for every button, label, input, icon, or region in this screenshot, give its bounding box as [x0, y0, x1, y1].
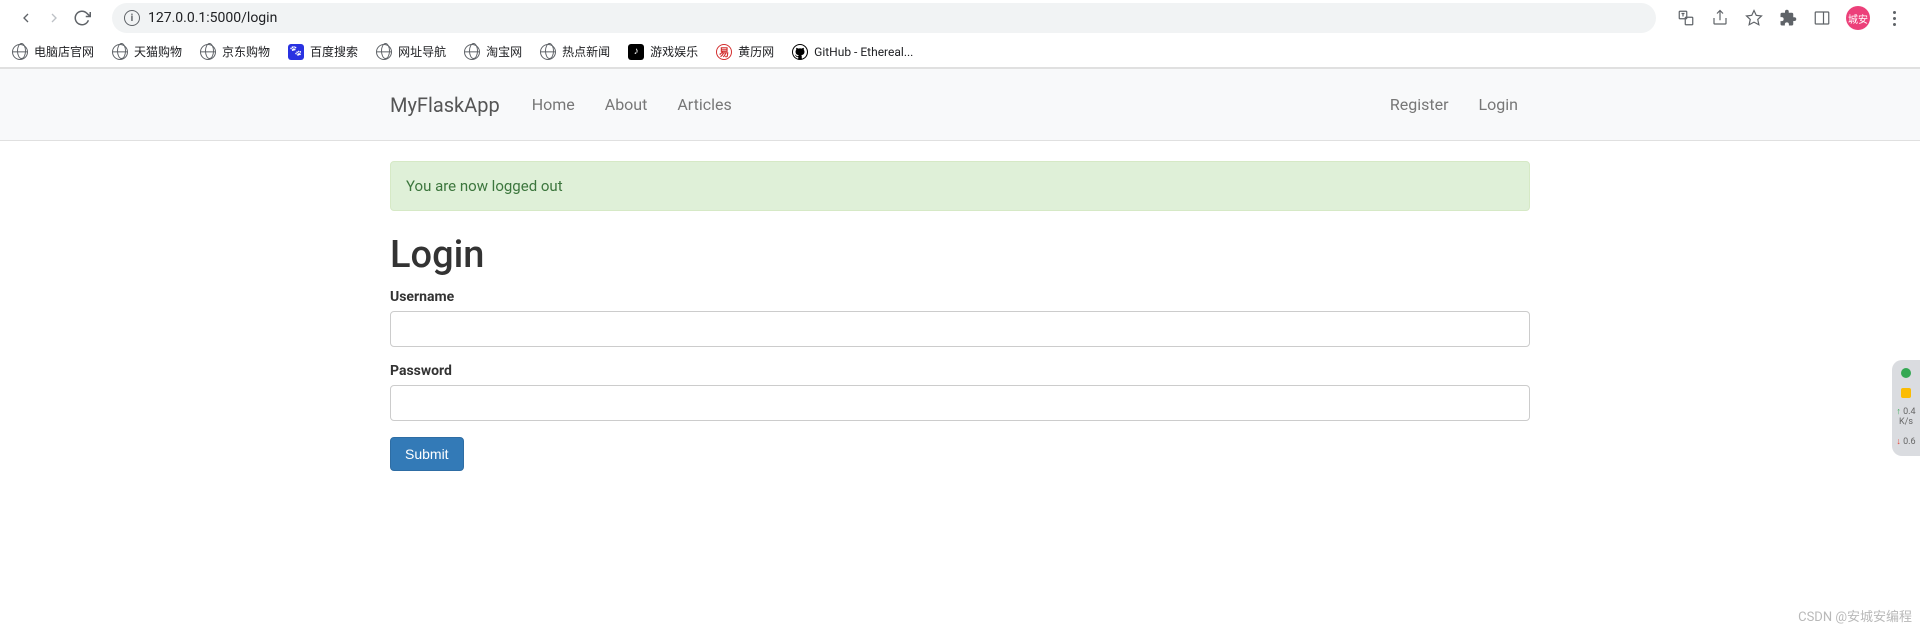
- globe-icon: [540, 44, 556, 60]
- bookmark-label: 天猫购物: [134, 43, 182, 60]
- extensions-icon[interactable]: [1778, 8, 1798, 28]
- bookmark-item[interactable]: 京东购物: [200, 43, 270, 60]
- net-down: ↓ 0.6: [1896, 438, 1915, 448]
- globe-icon: [112, 44, 128, 60]
- back-button[interactable]: [16, 8, 36, 28]
- bookmark-item[interactable]: 百度搜索: [288, 43, 358, 60]
- nav-link-home[interactable]: Home: [520, 85, 587, 124]
- bookmark-item[interactable]: 网址导航: [376, 43, 446, 60]
- bookmark-label: 游戏娱乐: [650, 43, 698, 60]
- nav-links-left: Home About Articles: [520, 85, 744, 124]
- bookmark-label: 淘宝网: [486, 43, 522, 60]
- forward-button[interactable]: [44, 8, 64, 28]
- globe-icon: [200, 44, 216, 60]
- watermark: CSDN @安城安编程: [1798, 606, 1912, 625]
- yi-icon: 易: [716, 44, 732, 60]
- bookmark-item[interactable]: 淘宝网: [464, 43, 522, 60]
- nav-link-articles[interactable]: Articles: [665, 85, 743, 124]
- globe-icon: [12, 44, 28, 60]
- username-input[interactable]: [390, 311, 1530, 347]
- nav-link-login[interactable]: Login: [1467, 85, 1530, 124]
- bookmark-label: 电脑店官网: [34, 43, 94, 60]
- bookmark-item[interactable]: 电脑店官网: [12, 43, 94, 60]
- password-label: Password: [390, 363, 1530, 379]
- star-icon[interactable]: [1744, 8, 1764, 28]
- toolbar-right: 城安: [1676, 6, 1912, 30]
- nav-link-register[interactable]: Register: [1378, 85, 1461, 124]
- profile-avatar[interactable]: 城安: [1846, 6, 1870, 30]
- globe-icon: [376, 44, 392, 60]
- reload-button[interactable]: [72, 8, 92, 28]
- net-up: ↑ 0.4K/s: [1896, 408, 1915, 428]
- nav-link-about[interactable]: About: [593, 85, 660, 124]
- bookmark-label: 黄历网: [738, 43, 774, 60]
- bookmark-item[interactable]: 天猫购物: [112, 43, 182, 60]
- site-info-icon[interactable]: i: [124, 10, 140, 26]
- username-label: Username: [390, 289, 1530, 305]
- nav-links-right: Register Login: [1378, 85, 1530, 124]
- bookmark-item[interactable]: 热点新闻: [540, 43, 610, 60]
- bookmark-label: 网址导航: [398, 43, 446, 60]
- password-input[interactable]: [390, 385, 1530, 421]
- browser-toolbar: i 127.0.0.1:5000/login 城安: [0, 0, 1920, 36]
- translate-icon[interactable]: [1676, 8, 1696, 28]
- url-text: 127.0.0.1:5000/login: [148, 10, 277, 26]
- bookmark-label: 热点新闻: [562, 43, 610, 60]
- status-dot-yellow: [1901, 388, 1911, 398]
- address-bar[interactable]: i 127.0.0.1:5000/login: [112, 3, 1656, 33]
- menu-button[interactable]: [1884, 8, 1904, 28]
- flash-message-success: You are now logged out: [390, 161, 1530, 211]
- bookmarks-bar: 电脑店官网 天猫购物 京东购物 百度搜索 网址导航 淘宝网 热点新闻 ♪ 游戏娱乐…: [0, 36, 1920, 68]
- network-widget[interactable]: ↑ 0.4K/s ↓ 0.6: [1892, 360, 1920, 456]
- status-dot-green: [1901, 368, 1911, 378]
- bookmark-label: 京东购物: [222, 43, 270, 60]
- page-title: Login: [390, 233, 1530, 277]
- login-form: Username Password Submit: [390, 289, 1530, 471]
- panel-icon[interactable]: [1812, 8, 1832, 28]
- app-navbar: MyFlaskApp Home About Articles Register …: [0, 68, 1920, 141]
- submit-button[interactable]: Submit: [390, 437, 464, 471]
- tiktok-icon: ♪: [628, 44, 644, 60]
- bookmark-item[interactable]: GitHub - Ethereal...: [792, 44, 913, 60]
- globe-icon: [464, 44, 480, 60]
- bookmark-label: 百度搜索: [310, 43, 358, 60]
- bookmark-item[interactable]: ♪ 游戏娱乐: [628, 43, 698, 60]
- github-icon: [792, 44, 808, 60]
- nav-controls: [8, 8, 92, 28]
- page-container: You are now logged out Login Username Pa…: [375, 161, 1545, 471]
- share-icon[interactable]: [1710, 8, 1730, 28]
- bookmark-label: GitHub - Ethereal...: [814, 45, 913, 59]
- bookmark-item[interactable]: 易黄历网: [716, 43, 774, 60]
- baidu-icon: [288, 44, 304, 60]
- navbar-brand[interactable]: MyFlaskApp: [390, 93, 500, 117]
